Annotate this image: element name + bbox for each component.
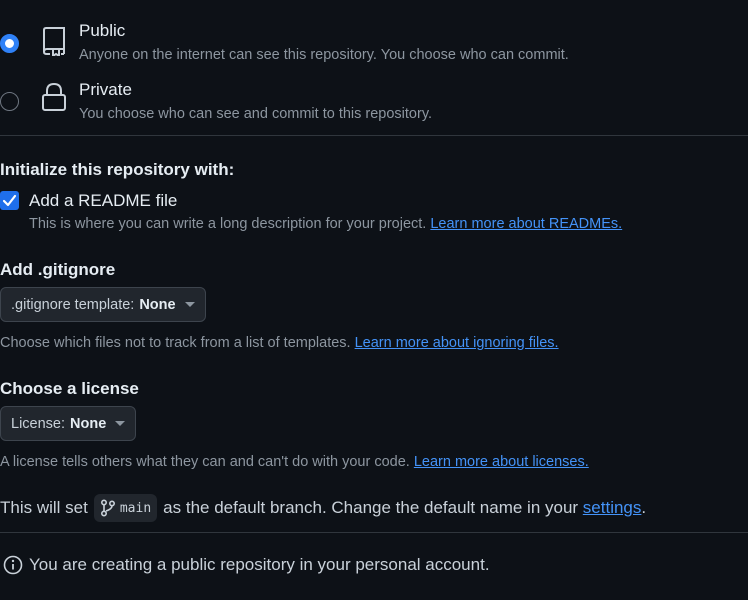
gitignore-learn-more-link[interactable]: Learn more about ignoring files. — [355, 335, 559, 351]
gitignore-template-select[interactable]: .gitignore template: None — [0, 287, 206, 322]
divider — [0, 135, 748, 136]
public-title: Public — [79, 21, 126, 40]
lock-icon — [40, 82, 68, 112]
license-help: A license tells others what they can and… — [0, 454, 589, 470]
gitignore-help: Choose which files not to track from a l… — [0, 335, 559, 351]
repo-icon — [40, 26, 68, 58]
readme-checkbox[interactable] — [0, 191, 19, 210]
readme-label[interactable]: Add a README file — [29, 191, 177, 211]
check-icon — [2, 194, 17, 207]
public-repo-notice: You are creating a public repository in … — [3, 555, 490, 575]
license-learn-more-link[interactable]: Learn more about licenses. — [414, 454, 589, 470]
branch-suffix: . — [641, 498, 647, 517]
license-select[interactable]: License: None — [0, 406, 137, 441]
git-branch-icon — [100, 499, 115, 517]
visibility-option-private[interactable]: Private You choose who can see and commi… — [0, 77, 748, 133]
branch-prefix: This will set — [0, 498, 88, 517]
visibility-option-public[interactable]: Public Anyone on the internet can see th… — [0, 18, 748, 74]
branch-middle-text: as the default branch. Change the defaul… — [163, 498, 579, 517]
license-select-prefix: License: — [11, 415, 66, 432]
branch-name: main — [119, 500, 152, 516]
public-radio[interactable] — [0, 34, 19, 53]
init-heading: Initialize this repository with: — [0, 160, 235, 179]
readme-help: This is where you can write a long descr… — [29, 216, 622, 232]
caret-down-icon — [115, 421, 126, 426]
info-icon — [3, 555, 23, 575]
public-description: Anyone on the internet can see this repo… — [79, 47, 569, 63]
settings-link[interactable]: settings — [583, 498, 642, 518]
license-select-value: None — [70, 415, 107, 432]
gitignore-select-prefix: .gitignore template: — [11, 296, 135, 313]
gitignore-heading: Add .gitignore — [0, 260, 116, 279]
notice-text: You are creating a public repository in … — [29, 555, 490, 574]
readme-help-text: This is where you can write a long descr… — [29, 216, 427, 232]
branch-chip: main — [93, 494, 158, 522]
gitignore-help-text: Choose which files not to track from a l… — [0, 335, 351, 351]
caret-down-icon — [184, 302, 195, 307]
repo-create-form: Public Anyone on the internet can see th… — [0, 0, 748, 600]
license-heading: Choose a license — [0, 379, 139, 398]
license-help-text: A license tells others what they can and… — [0, 454, 410, 470]
divider — [0, 532, 748, 533]
default-branch-note: This will set main as the default branch… — [0, 494, 646, 522]
private-description: You choose who can see and commit to thi… — [79, 106, 433, 122]
private-radio[interactable] — [0, 92, 19, 111]
readme-learn-more-link[interactable]: Learn more about READMEs. — [430, 216, 622, 232]
gitignore-select-value: None — [139, 296, 176, 313]
private-title: Private — [79, 80, 132, 99]
